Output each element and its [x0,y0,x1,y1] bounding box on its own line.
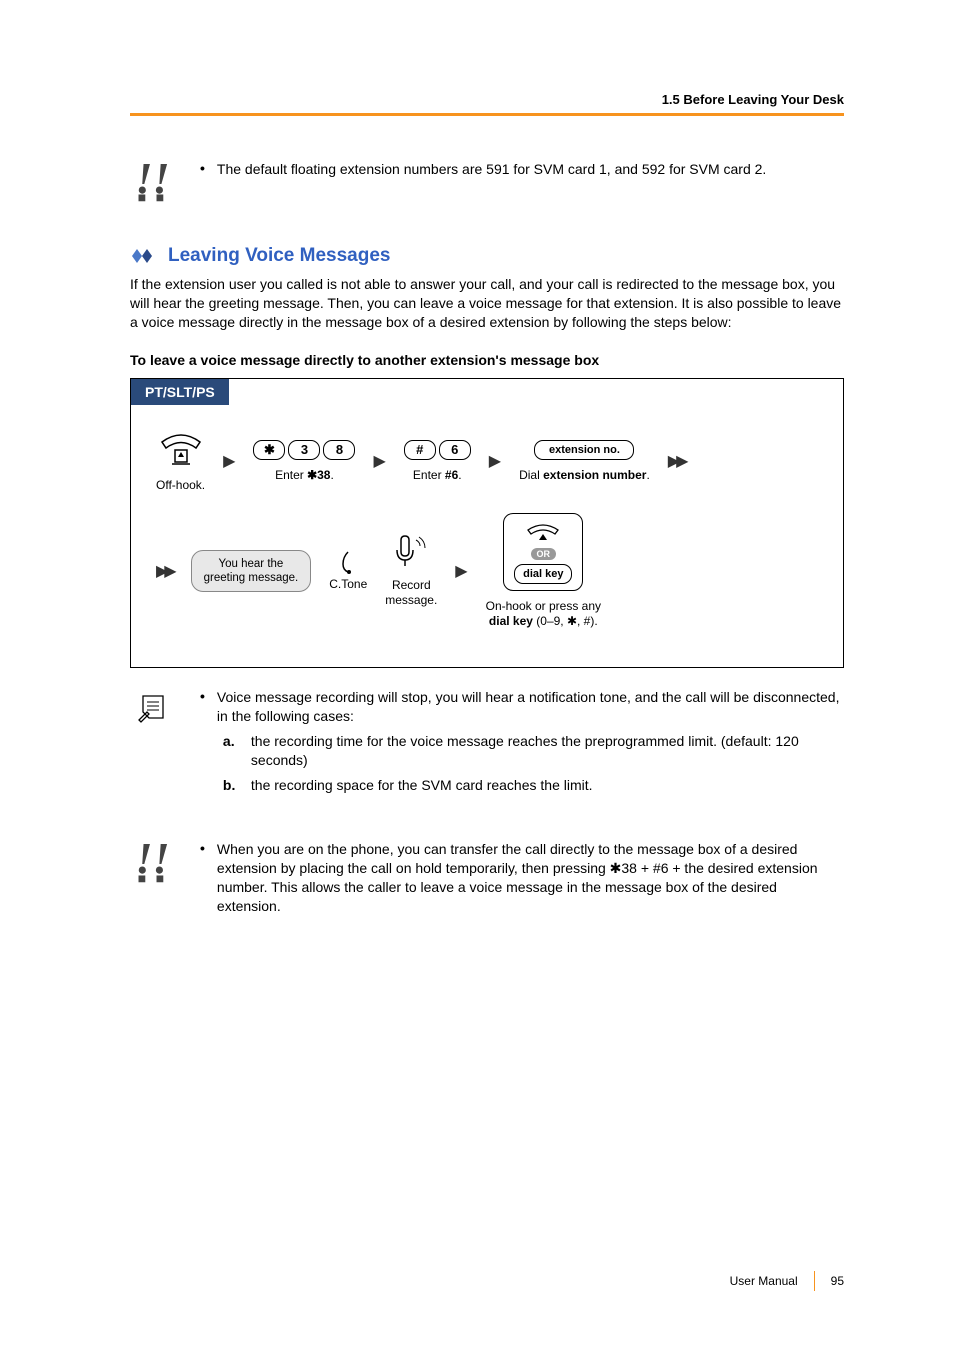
greeting-bubble: You hear the greeting message. [191,550,312,593]
ctone-caption: C.Tone [329,577,367,592]
key-dialkey: dial key [514,564,572,584]
tip-block-1: !!■ ■ • The default floating extension n… [130,160,844,205]
section-heading: Leaving Voice Messages [130,245,844,267]
note-item-b: b.the recording space for the SVM card r… [223,776,844,795]
tip1-body: • The default floating extension numbers… [200,160,844,179]
section-title: Leaving Voice Messages [168,245,390,267]
onhook-dial-group: OR dial key [503,513,583,591]
procedure-heading: To leave a voice message directly to ano… [130,352,844,368]
tip2-body: • When you are on the phone, you can tra… [200,840,844,916]
procedure-box: PT/SLT/PS Off-hook. ▶ ✱ [130,378,844,668]
arrow-icon: ▶ [223,451,235,471]
bullet-icon: • [200,160,205,179]
onhook-step: OR dial key On-hook or press any dial ke… [486,513,601,629]
record-step: Record message. [385,534,437,608]
note-sublist: a.the recording time for the voice messa… [223,732,844,795]
footer-page-number: 95 [831,1274,844,1288]
page-footer: User Manual 95 [730,1271,844,1291]
procedure-tab: PT/SLT/PS [131,379,229,405]
flow-row-1: Off-hook. ▶ ✱ 3 8 Enter ✱38. ▶ [156,430,818,493]
key-extension-no: extension no. [534,440,634,460]
step-offhook: Off-hook. [156,430,205,493]
tip1-text: The default floating extension numbers a… [217,160,844,179]
note-text: Voice message recording will stop, you w… [217,688,844,800]
continue-arrow-icon: ▶▶ [668,451,685,471]
tip-block-2: !!■ ■ • When you are on the phone, you c… [130,840,844,916]
key-hash: # [404,440,436,460]
page-content: !!■ ■ • The default floating extension n… [130,160,844,916]
header-section-label: 1.5 Before Leaving Your Desk [662,92,844,107]
key-8: 8 [323,440,355,460]
record-caption: Record message. [385,578,437,608]
or-pill: OR [531,548,557,560]
footer-doc-title: User Manual [730,1274,798,1288]
offhook-icon [157,430,205,470]
bullet-icon: • [200,688,205,800]
ctone-icon [335,549,361,575]
key-star: ✱ [253,440,285,460]
star38-caption: Enter ✱38. [275,468,334,483]
heading-diamond-icon [130,247,158,265]
continue-arrow-icon: ▶▶ [156,561,173,581]
key-group-extno: extension no. [534,440,634,460]
note-icon [130,688,175,726]
arrow-icon: ▶ [455,561,467,581]
footer-divider [814,1271,815,1291]
step-star38: ✱ 3 8 Enter ✱38. [253,440,355,483]
note-item-a: a.the recording time for the voice messa… [223,732,844,770]
arrow-icon: ▶ [373,451,385,471]
procedure-body: Off-hook. ▶ ✱ 3 8 Enter ✱38. ▶ [131,405,843,667]
onhook-caption: On-hook or press any dial key (0–9, ✱, #… [486,599,601,629]
microphone-icon [391,534,431,570]
step-hash6: # 6 Enter #6. [404,440,471,483]
important-icon: !!■ ■ [130,160,175,205]
key-group-star38: ✱ 3 8 [253,440,355,460]
tip2-text: When you are on the phone, you can trans… [217,840,844,916]
offhook-caption: Off-hook. [156,478,205,493]
key-3: 3 [288,440,320,460]
onhook-icon [523,522,563,544]
bullet-icon: • [200,840,205,916]
note-block: • Voice message recording will stop, you… [130,688,844,800]
extno-caption: Dial extension number. [519,468,650,483]
flow-row-2: ▶▶ You hear the greeting message. C.Tone [156,513,818,629]
important-icon: !!■ ■ [130,840,175,885]
arrow-icon: ▶ [489,451,501,471]
section-intro: If the extension user you called is not … [130,275,844,332]
hash6-caption: Enter #6. [413,468,462,483]
header-divider [130,113,844,116]
note-body: • Voice message recording will stop, you… [200,688,844,800]
ctone-step: C.Tone [329,549,367,592]
step-extno: extension no. Dial extension number. [519,440,650,483]
key-6: 6 [439,440,471,460]
key-group-hash6: # 6 [404,440,471,460]
